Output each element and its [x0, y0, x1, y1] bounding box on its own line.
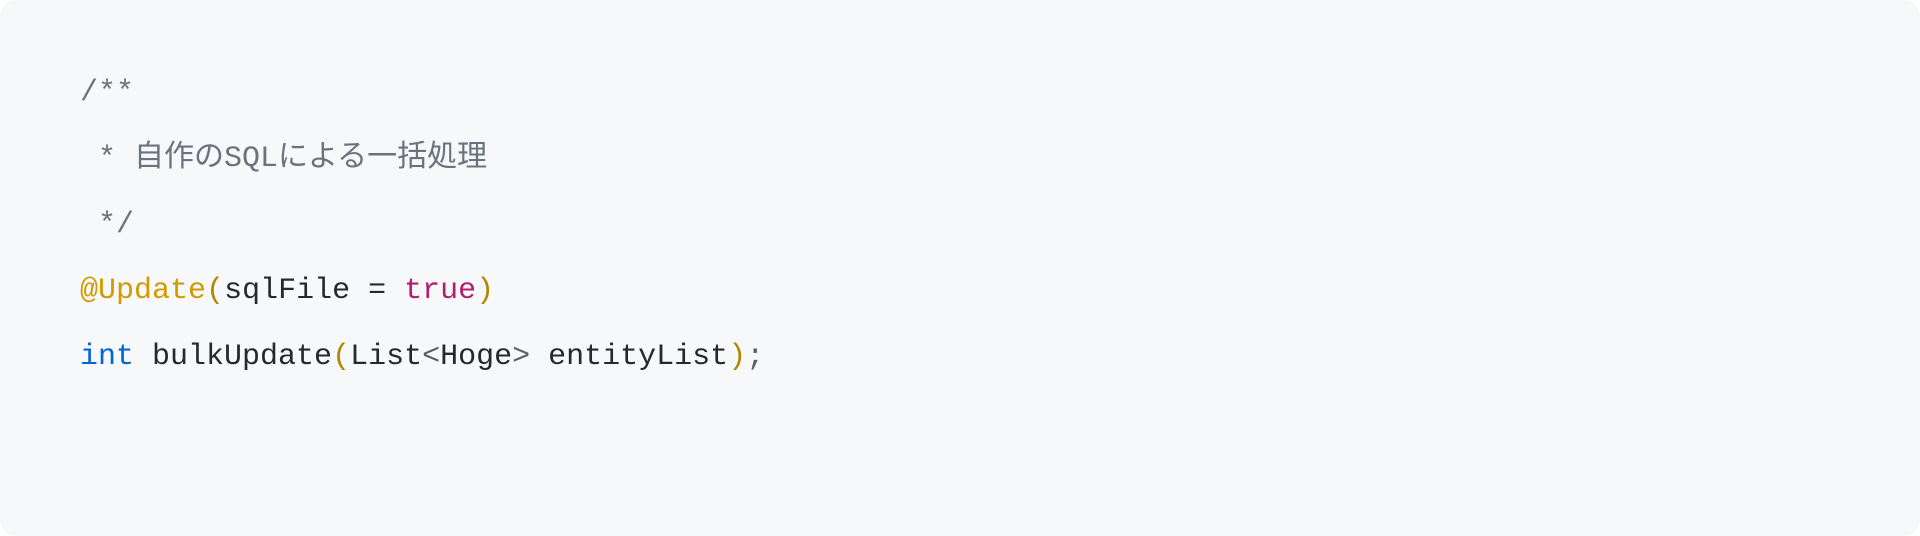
angle-open: < — [422, 340, 440, 374]
annotation-eq: = — [350, 274, 404, 308]
semicolon: ; — [746, 340, 764, 374]
paren-open: ( — [206, 274, 224, 308]
return-type: int — [80, 340, 134, 374]
space-1 — [134, 340, 152, 374]
method-paren-open: ( — [332, 340, 350, 374]
comment-close: */ — [80, 192, 1840, 258]
space-2 — [530, 340, 548, 374]
param-name: entityList — [548, 340, 728, 374]
angle-close: > — [512, 340, 530, 374]
method-name: bulkUpdate — [152, 340, 332, 374]
param-type-inner: Hoge — [440, 340, 512, 374]
comment-body: * 自作のSQLによる一括処理 — [80, 126, 1840, 192]
paren-close: ) — [476, 274, 494, 308]
comment-open: /** — [80, 60, 1840, 126]
method-paren-close: ) — [728, 340, 746, 374]
code-block: /** * 自作のSQLによる一括処理 */ @Update(sqlFile =… — [0, 0, 1920, 536]
annotation-value: true — [404, 274, 476, 308]
annotation-at: @ — [80, 274, 98, 308]
param-type-outer: List — [350, 340, 422, 374]
method-signature-line: int bulkUpdate(List<Hoge> entityList); — [80, 324, 1840, 390]
annotation-param: sqlFile — [224, 274, 350, 308]
annotation-line: @Update(sqlFile = true) — [80, 258, 1840, 324]
annotation-name: Update — [98, 274, 206, 308]
